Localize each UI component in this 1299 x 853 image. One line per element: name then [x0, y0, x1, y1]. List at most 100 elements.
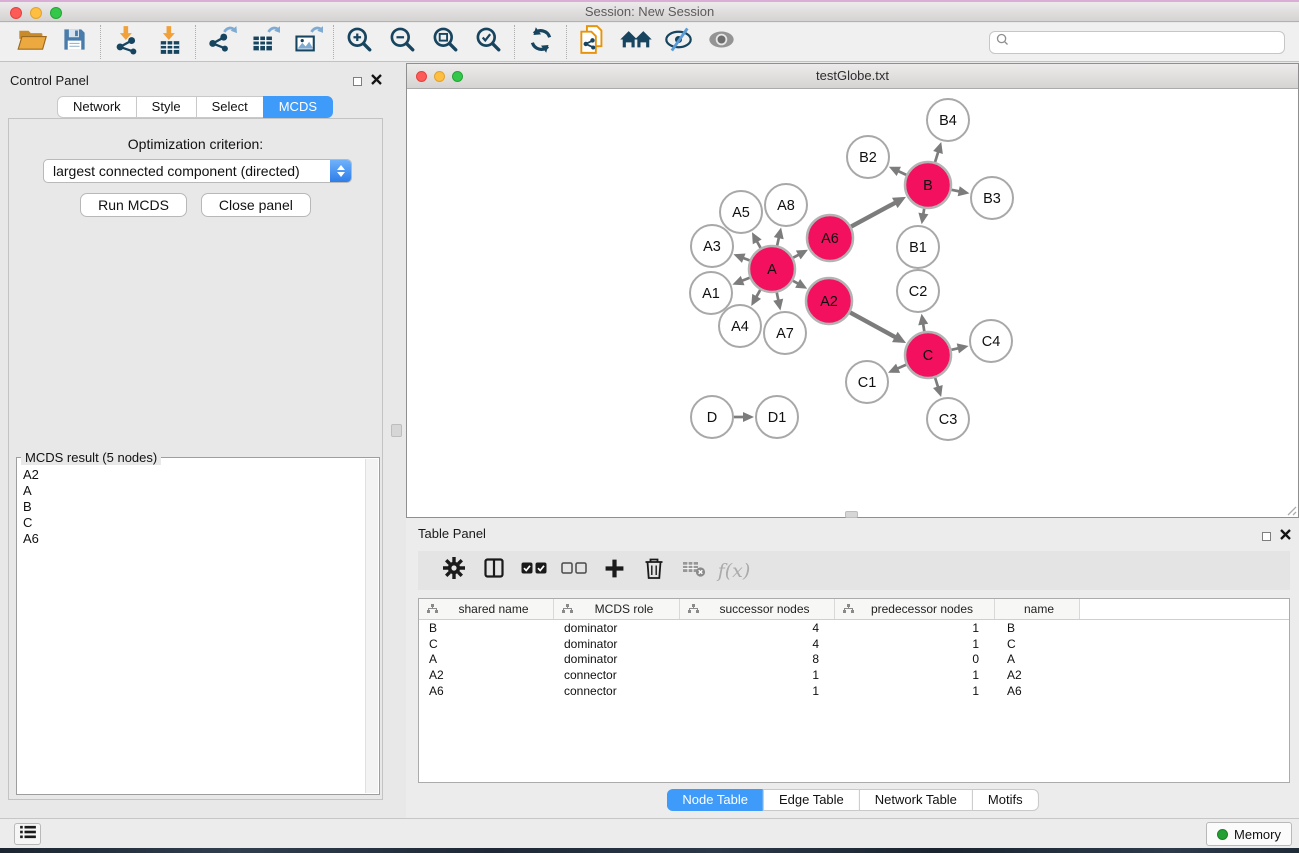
- mcds-panel: Optimization criterion: largest connecte…: [8, 118, 383, 800]
- float-panel-icon[interactable]: [353, 77, 362, 86]
- criterion-dropdown[interactable]: largest connected component (directed): [43, 159, 352, 183]
- zoom-in-button[interactable]: [338, 25, 381, 59]
- export-table-icon: [250, 25, 280, 60]
- show-panels-button[interactable]: [700, 25, 743, 59]
- list-item[interactable]: A: [23, 483, 379, 499]
- eye-slash-icon: [663, 26, 694, 58]
- gear-icon: [443, 557, 465, 584]
- zoom-fit-button[interactable]: [424, 25, 467, 59]
- zoom-out-button[interactable]: [381, 25, 424, 59]
- import-table-button[interactable]: [148, 25, 191, 59]
- table-cell: A: [995, 652, 1080, 666]
- import-table-icon: [155, 25, 185, 60]
- search-input[interactable]: [1013, 33, 1284, 51]
- graph-edge[interactable]: [851, 202, 896, 227]
- graph-node-label: B3: [983, 191, 1001, 207]
- minimize-network-button[interactable]: [434, 71, 445, 82]
- table-cell: 1: [835, 637, 995, 651]
- criterion-value: largest connected component (directed): [44, 163, 330, 179]
- memory-button[interactable]: Memory: [1206, 822, 1292, 846]
- table-row[interactable]: Cdominator41C: [419, 636, 1289, 652]
- result-scrollbar[interactable]: [365, 459, 378, 793]
- import-network-icon: [112, 25, 142, 60]
- table-cell: 8: [680, 652, 835, 666]
- first-neighbors-button[interactable]: [614, 25, 657, 59]
- graph-edge-arrow: [933, 385, 943, 397]
- table-row[interactable]: A6connector11A6: [419, 683, 1289, 699]
- tab-edge-table[interactable]: Edge Table: [763, 789, 859, 811]
- maximize-network-button[interactable]: [452, 71, 463, 82]
- tab-node-table[interactable]: Node Table: [666, 789, 763, 811]
- list-item[interactable]: A2: [23, 467, 379, 483]
- table-cell: A2: [995, 668, 1080, 682]
- duplicate-network-button[interactable]: [571, 25, 614, 59]
- tab-motifs[interactable]: Motifs: [972, 789, 1039, 811]
- table-row[interactable]: Bdominator41B: [419, 620, 1289, 636]
- task-history-button[interactable]: [14, 823, 41, 845]
- tab-mcds[interactable]: MCDS: [263, 96, 333, 118]
- run-mcds-button[interactable]: Run MCDS: [80, 193, 187, 217]
- graph-edge-arrow: [743, 412, 754, 422]
- table-cell: dominator: [554, 637, 680, 651]
- open-session-button[interactable]: [10, 25, 53, 59]
- table-cell: 1: [835, 668, 995, 682]
- memory-status-icon: [1217, 829, 1228, 840]
- add-row-button[interactable]: [594, 556, 634, 586]
- status-bar: Memory: [0, 818, 1299, 848]
- import-network-button[interactable]: [105, 25, 148, 59]
- zoom-selected-button[interactable]: [467, 25, 510, 59]
- select-all-columns-button[interactable]: [514, 556, 554, 586]
- deselect-all-columns-button[interactable]: [554, 556, 594, 586]
- table-cell: 4: [680, 621, 835, 635]
- mcds-result-list: A2ABCA6: [17, 458, 379, 547]
- toolbar-separator: [100, 25, 101, 59]
- search-field[interactable]: [989, 31, 1285, 54]
- save-session-button[interactable]: [53, 25, 96, 59]
- minimize-window-button[interactable]: [30, 7, 42, 19]
- hide-panels-button[interactable]: [657, 25, 700, 59]
- resize-grip-icon[interactable]: [1284, 503, 1297, 516]
- close-window-button[interactable]: [10, 7, 22, 19]
- column-header[interactable]: name: [995, 599, 1080, 619]
- table-row[interactable]: A2connector11A2: [419, 667, 1289, 683]
- close-network-button[interactable]: [416, 71, 427, 82]
- list-item[interactable]: C: [23, 515, 379, 531]
- graph-edge[interactable]: [850, 312, 897, 337]
- delete-table-button[interactable]: [674, 556, 714, 586]
- close-panel-icon[interactable]: [1280, 527, 1291, 545]
- table-cell: 0: [835, 652, 995, 666]
- column-header[interactable]: predecessor nodes: [835, 599, 995, 619]
- main-toolbar: [0, 23, 1299, 62]
- maximize-window-button[interactable]: [50, 7, 62, 19]
- table-cell: 1: [680, 668, 835, 682]
- export-image-button[interactable]: [286, 25, 329, 59]
- network-canvas[interactable]: B4B2BB3A5A8A6B1A3AC2A1A2A4A7C4CC1C3DD1: [407, 89, 1298, 517]
- close-panel-button[interactable]: Close panel: [201, 193, 311, 217]
- column-header[interactable]: shared name: [419, 599, 554, 619]
- table-row[interactable]: Adominator80A: [419, 652, 1289, 668]
- table-cell: C: [995, 637, 1080, 651]
- float-panel-icon[interactable]: [1262, 532, 1271, 541]
- vertical-divider-handle[interactable]: [391, 424, 402, 437]
- tab-style[interactable]: Style: [136, 96, 196, 118]
- tab-network[interactable]: Network: [57, 96, 136, 118]
- dropdown-stepper-icon: [330, 160, 351, 182]
- export-table-button[interactable]: [243, 25, 286, 59]
- list-item[interactable]: A6: [23, 531, 379, 547]
- network-window-titlebar[interactable]: testGlobe.txt: [407, 64, 1298, 89]
- graph-node-label: B4: [939, 113, 957, 129]
- tab-select[interactable]: Select: [196, 96, 263, 118]
- tab-network-table[interactable]: Network Table: [859, 789, 972, 811]
- refresh-button[interactable]: [519, 25, 562, 59]
- horizontal-divider-handle[interactable]: [845, 511, 858, 518]
- delete-row-button[interactable]: [634, 556, 674, 586]
- list-item[interactable]: B: [23, 499, 379, 515]
- column-header[interactable]: successor nodes: [680, 599, 835, 619]
- function-builder-button[interactable]: f(x): [714, 556, 754, 586]
- window-titlebar: Session: New Session: [0, 0, 1299, 22]
- close-panel-icon[interactable]: [371, 72, 382, 90]
- export-network-button[interactable]: [200, 25, 243, 59]
- column-header[interactable]: MCDS role: [554, 599, 680, 619]
- split-view-button[interactable]: [474, 556, 514, 586]
- table-settings-button[interactable]: [434, 556, 474, 586]
